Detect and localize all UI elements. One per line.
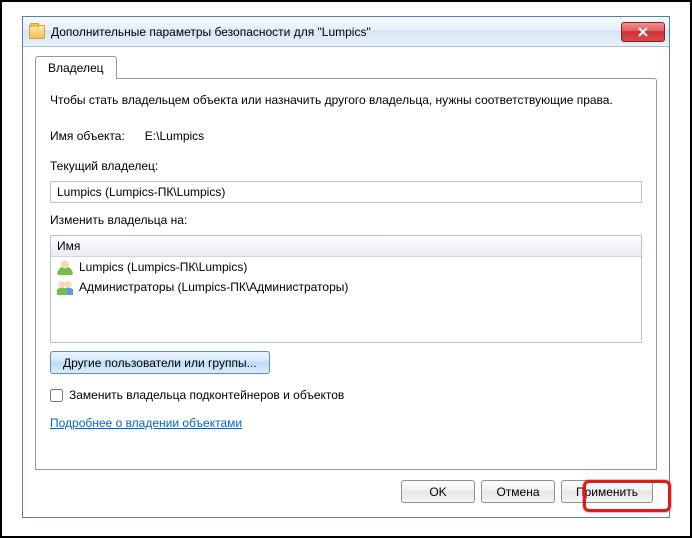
close-button[interactable] xyxy=(621,22,665,42)
close-icon xyxy=(638,27,648,37)
folder-icon xyxy=(29,25,45,39)
object-name-label: Имя объекта: xyxy=(50,129,125,143)
current-owner-label: Текущий владелец: xyxy=(50,159,642,173)
object-name-value: E:\Lumpics xyxy=(145,129,204,143)
list-item-label: Lumpics (Lumpics-ПК\Lumpics) xyxy=(79,260,247,274)
cancel-button[interactable]: Отмена xyxy=(481,480,555,503)
list-header-name[interactable]: Имя xyxy=(51,236,641,257)
user-icon xyxy=(57,259,73,275)
group-icon xyxy=(57,279,73,295)
list-item[interactable]: Администраторы (Lumpics-ПК\Администратор… xyxy=(51,277,641,297)
replace-owner-label: Заменить владельца подконтейнеров и объе… xyxy=(69,388,344,402)
other-users-button[interactable]: Другие пользователи или группы... xyxy=(50,351,270,374)
titlebar: Дополнительные параметры безопасности дл… xyxy=(23,17,669,47)
apply-button[interactable]: Применить xyxy=(561,480,653,503)
other-users-row: Другие пользователи или группы... xyxy=(50,351,642,374)
tab-strip: Владелец xyxy=(35,55,657,78)
owner-list[interactable]: Имя Lumpics (Lumpics-ПК\Lumpics) Админис… xyxy=(50,235,642,343)
window-title: Дополнительные параметры безопасности дл… xyxy=(51,25,621,39)
learn-more-link[interactable]: Подробнее о владении объектами xyxy=(50,416,642,430)
replace-owner-checkbox[interactable] xyxy=(50,389,63,402)
list-item[interactable]: Lumpics (Lumpics-ПК\Lumpics) xyxy=(51,257,641,277)
ok-button[interactable]: OK xyxy=(401,480,475,503)
tab-panel: Чтобы стать владельцем объекта или назна… xyxy=(35,78,657,470)
security-dialog: Дополнительные параметры безопасности дл… xyxy=(22,16,670,518)
change-owner-label: Изменить владельца на: xyxy=(50,213,642,227)
replace-owner-checkbox-row[interactable]: Заменить владельца подконтейнеров и объе… xyxy=(50,388,642,402)
object-name-row: Имя объекта: E:\Lumpics xyxy=(50,129,642,143)
client-area: Владелец Чтобы стать владельцем объекта … xyxy=(23,47,669,517)
dialog-footer: OK Отмена Применить xyxy=(35,470,657,507)
current-owner-field xyxy=(50,181,642,203)
list-item-label: Администраторы (Lumpics-ПК\Администратор… xyxy=(79,280,348,294)
tab-owner[interactable]: Владелец xyxy=(35,56,117,79)
description-text: Чтобы стать владельцем объекта или назна… xyxy=(50,93,642,107)
